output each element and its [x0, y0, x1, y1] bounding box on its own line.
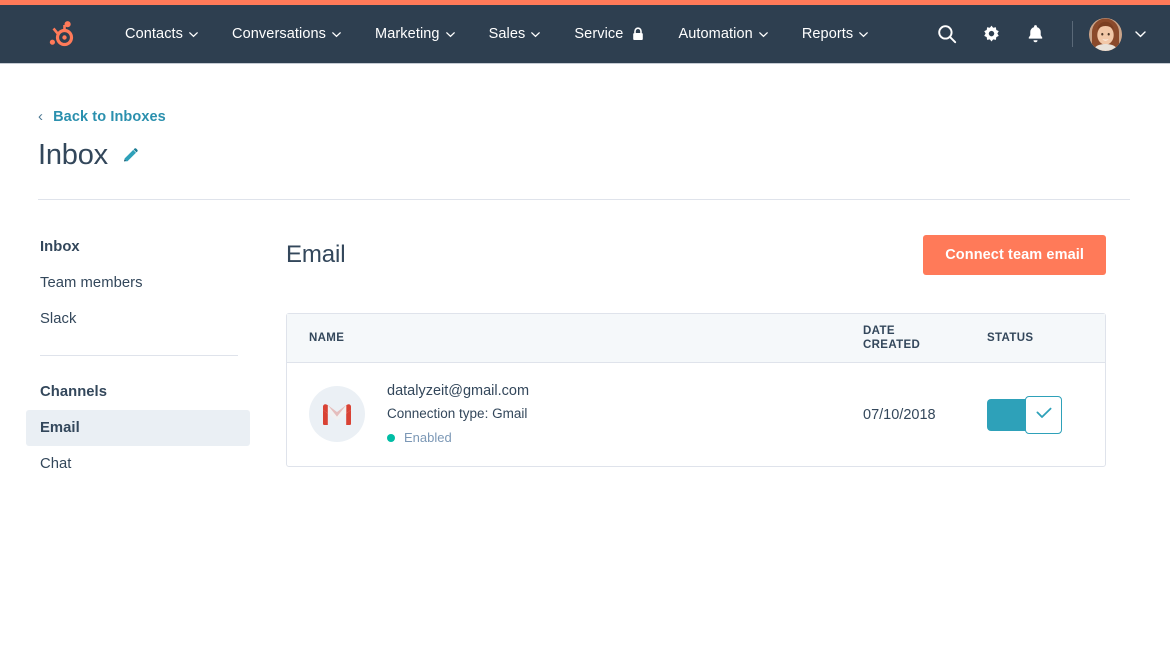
nav-item-service[interactable]: Service [557, 5, 661, 63]
column-header-date-created: DATE CREATED [863, 324, 987, 353]
status-dot-icon [387, 434, 395, 442]
nav-item-sales[interactable]: Sales [472, 5, 558, 63]
nav-item-marketing[interactable]: Marketing [358, 5, 472, 63]
user-avatar[interactable] [1089, 18, 1122, 51]
check-icon [1036, 406, 1052, 424]
page-title-row: Inbox [38, 139, 1130, 172]
cell-status [987, 396, 1083, 434]
connect-team-email-button[interactable]: Connect team email [923, 235, 1106, 275]
cell-name: datalyzeit@gmail.com Connection type: Gm… [309, 381, 863, 447]
account-email: datalyzeit@gmail.com [387, 381, 529, 402]
pencil-edit-icon[interactable] [122, 147, 139, 164]
sidebar-divider [40, 355, 238, 356]
main-content: Email Connect team email NAME DATE CREAT… [250, 229, 1170, 482]
body-wrapper: Inbox Team members Slack Channels Email … [0, 200, 1170, 482]
column-header-status: STATUS [987, 332, 1083, 344]
account-status: Enabled [387, 429, 529, 448]
navbar-divider [1072, 21, 1073, 47]
nav-item-reports[interactable]: Reports [785, 5, 885, 63]
chevron-down-icon [859, 26, 868, 42]
nav-item-label: Sales [489, 26, 526, 42]
nav-links: Contacts Conversations Marketing Sales S [108, 5, 885, 63]
sidebar-item-slack[interactable]: Slack [26, 301, 250, 337]
lock-icon [632, 27, 644, 41]
gmail-logo-icon [309, 386, 365, 442]
sidebar-item-email[interactable]: Email [26, 410, 250, 446]
nav-item-label: Service [574, 26, 623, 42]
sidebar-item-label: Inbox [40, 239, 80, 255]
chevron-down-icon [759, 26, 768, 42]
sidebar-item-label: Slack [40, 311, 76, 327]
account-info: datalyzeit@gmail.com Connection type: Gm… [387, 381, 529, 447]
status-badge: Enabled [404, 429, 452, 448]
settings-sidebar: Inbox Team members Slack Channels Email … [0, 229, 250, 482]
status-toggle-switch[interactable] [987, 396, 1062, 434]
primary-navbar: Contacts Conversations Marketing Sales S [0, 5, 1170, 64]
column-header-date-line2: CREATED [863, 339, 920, 351]
section-title: Email [286, 241, 346, 269]
navbar-actions [922, 15, 1146, 53]
cell-date-created: 07/10/2018 [863, 407, 987, 423]
chevron-down-icon [332, 26, 341, 42]
email-accounts-table: NAME DATE CREATED STATUS [286, 313, 1106, 467]
page-header: ‹ Back to Inboxes Inbox [0, 64, 1170, 172]
main-header: Email Connect team email [286, 233, 1106, 277]
sidebar-item-inbox[interactable]: Inbox [26, 229, 250, 265]
table-header-row: NAME DATE CREATED STATUS [287, 314, 1105, 363]
bell-icon[interactable] [1016, 15, 1054, 53]
toggle-knob [1025, 396, 1062, 434]
nav-item-conversations[interactable]: Conversations [215, 5, 358, 63]
chevron-down-icon [446, 26, 455, 42]
column-header-name: NAME [309, 332, 863, 344]
nav-item-label: Automation [678, 26, 752, 42]
sidebar-item-label: Email [40, 420, 80, 436]
sidebar-item-label: Chat [40, 456, 71, 472]
avatar-chevron-down-icon[interactable] [1135, 31, 1146, 38]
nav-item-automation[interactable]: Automation [661, 5, 784, 63]
sidebar-item-chat[interactable]: Chat [26, 446, 250, 482]
sidebar-item-label: Team members [40, 275, 143, 291]
hubspot-sprocket-logo[interactable] [46, 19, 76, 49]
chevron-left-icon: ‹ [38, 109, 43, 124]
sidebar-item-team-members[interactable]: Team members [26, 265, 250, 301]
search-icon[interactable] [928, 15, 966, 53]
back-link-label: Back to Inboxes [53, 109, 166, 125]
page-title: Inbox [38, 139, 108, 172]
nav-item-label: Contacts [125, 26, 183, 42]
nav-item-label: Conversations [232, 26, 326, 42]
column-header-date-line1: DATE [863, 325, 895, 337]
chevron-down-icon [189, 26, 198, 42]
nav-item-contacts[interactable]: Contacts [108, 5, 215, 63]
chevron-down-icon [531, 26, 540, 42]
sidebar-heading-label: Channels [40, 384, 107, 400]
account-connection-type: Connection type: Gmail [387, 404, 529, 424]
gear-icon[interactable] [972, 15, 1010, 53]
sidebar-heading-channels: Channels [26, 374, 250, 410]
nav-item-label: Marketing [375, 26, 440, 42]
nav-item-label: Reports [802, 26, 853, 42]
back-to-inboxes-link[interactable]: ‹ Back to Inboxes [38, 109, 166, 125]
table-row[interactable]: datalyzeit@gmail.com Connection type: Gm… [287, 363, 1105, 466]
